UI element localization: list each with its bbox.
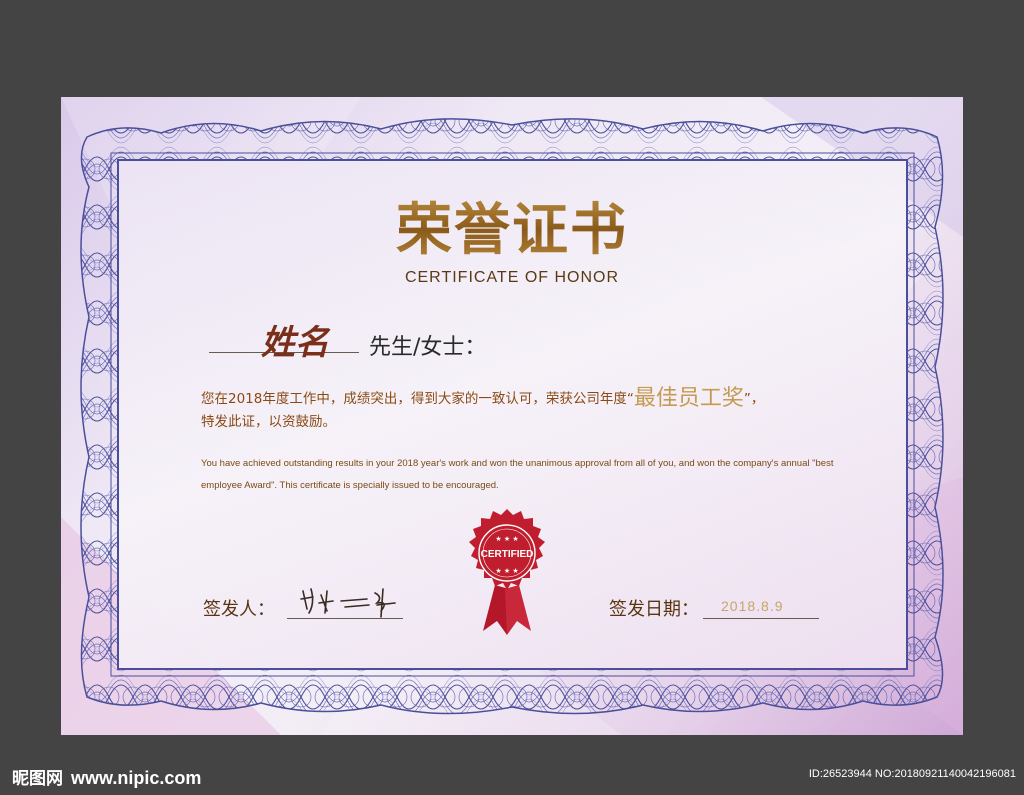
site-watermark: 昵图网 www.nipic.com (12, 764, 201, 789)
salutation: 先生/女士： (369, 335, 487, 360)
date-label: 签发日期： (609, 599, 699, 620)
svg-text:★ ★ ★: ★ ★ ★ (495, 535, 518, 543)
certificate-title-cn: 荣誉证书 (61, 185, 963, 266)
date-underline (703, 618, 819, 619)
body-cn-main: 您在2018年度工作中，成绩突出，得到大家的一致认可，荣获公司年度“ (201, 391, 634, 407)
recipient-name: 姓名 (261, 323, 329, 363)
signature (300, 588, 396, 618)
site-name: 昵图网 (12, 769, 63, 789)
svg-text:★ ★ ★: ★ ★ ★ (495, 567, 518, 575)
site-url: www.nipic.com (71, 768, 202, 788)
signer-label: 签发人： (203, 599, 275, 620)
certificate-sheet: 荣誉证书 CERTIFICATE OF HONOR 姓名 先生/女士： 您在20… (61, 97, 963, 735)
body-text-en: You have achieved outstanding results in… (201, 458, 834, 491)
certified-seal: CERTIFIED ★ ★ ★ ★ ★ ★ (469, 509, 545, 635)
body-text-cn: 您在2018年度工作中，成绩突出，得到大家的一致认可，荣获公司年度“最佳员工奖”… (201, 387, 861, 434)
award-name: 最佳员工奖 (633, 386, 744, 411)
issue-date: 2018.8.9 (721, 598, 784, 614)
certificate-title-en: CERTIFICATE OF HONOR (404, 269, 620, 286)
seal-text: CERTIFIED (481, 549, 534, 560)
body-cn-line2: 特发此证，以资鼓励。 (201, 414, 336, 430)
image-id-watermark: ID:26523944 NO:20180921140042196081 (808, 768, 1016, 780)
body-cn-end: ”， (743, 391, 765, 407)
